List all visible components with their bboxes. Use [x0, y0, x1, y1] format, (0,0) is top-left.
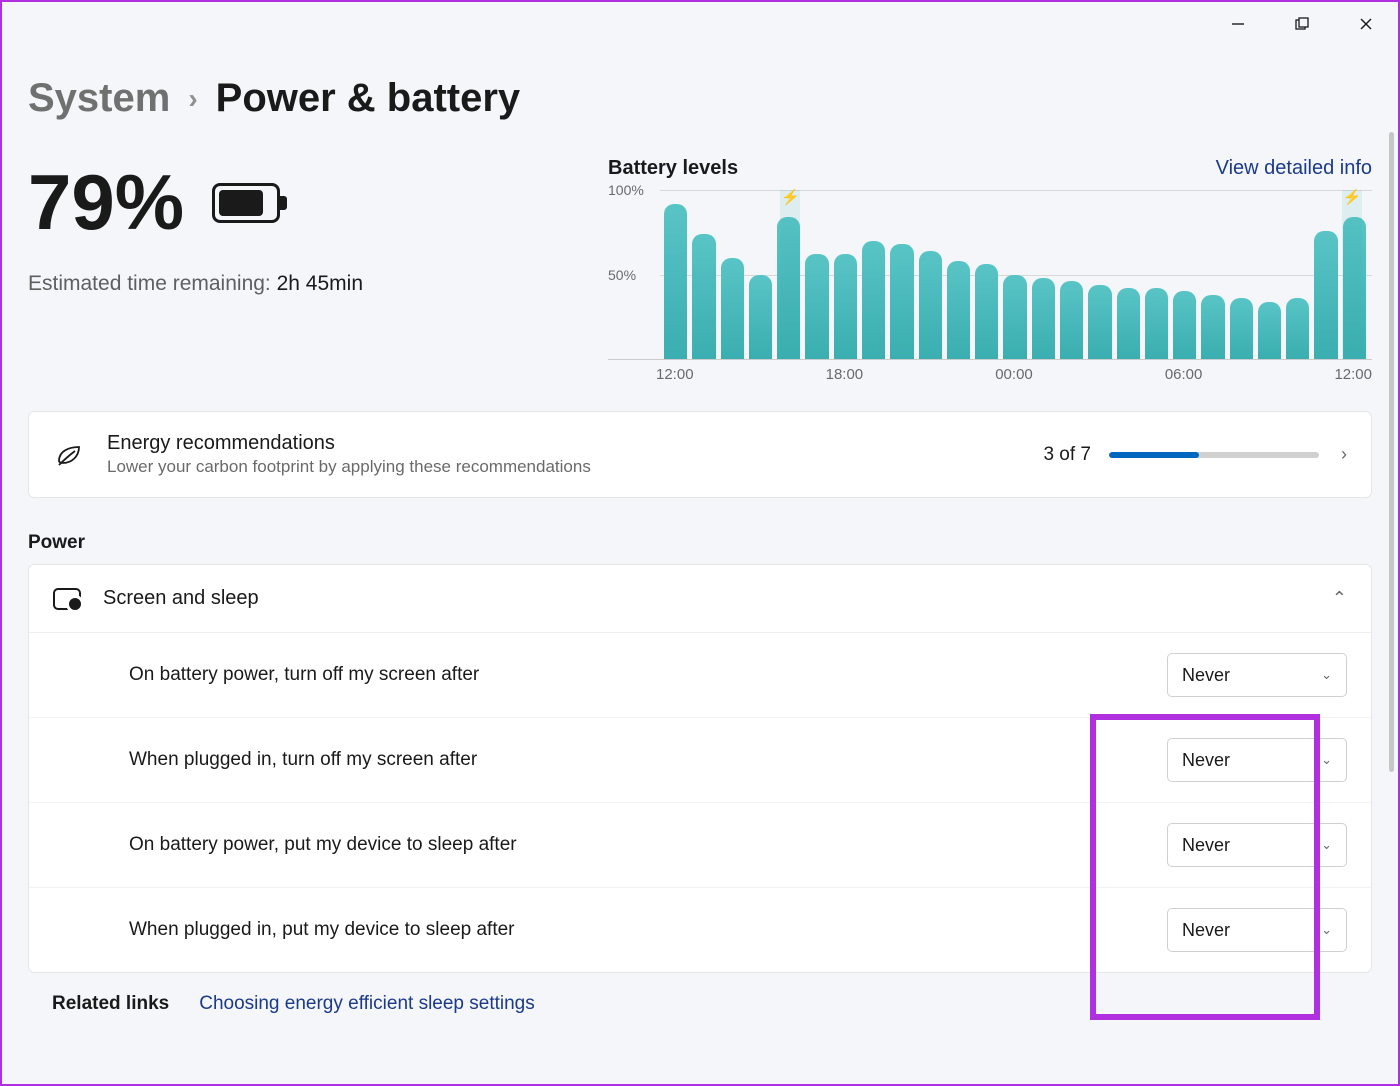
energy-title: Energy recommendations: [107, 432, 1021, 455]
setting-label: When plugged in, put my device to sleep …: [129, 919, 1167, 941]
chart-bar: [1060, 281, 1083, 359]
setting-row: On battery power, put my device to sleep…: [29, 803, 1371, 888]
screen-sleep-header[interactable]: Screen and sleep ⌃: [29, 565, 1371, 633]
chart-bar: [749, 275, 772, 360]
screen-sleep-card: Screen and sleep ⌃ On battery power, tur…: [28, 564, 1372, 973]
battery-status: 79% Estimated time remaining: 2h 45min: [28, 157, 568, 383]
charging-bolt-icon: ⚡: [781, 188, 800, 206]
leaf-icon: [53, 439, 85, 471]
chart-bar: [1088, 285, 1111, 359]
screen-sleep-title: Screen and sleep: [103, 587, 1310, 610]
screen-sleep-icon: [53, 588, 81, 610]
xaxis-tick: 12:00: [1334, 366, 1372, 383]
chart-bar: [947, 261, 970, 359]
chart-bar: [664, 204, 687, 359]
energy-subtitle: Lower your carbon footprint by applying …: [107, 457, 1021, 477]
chart-bar: [1117, 288, 1140, 359]
chart-bar: [1032, 278, 1055, 359]
yaxis-tick: 100%: [608, 182, 644, 198]
close-button[interactable]: [1334, 2, 1398, 46]
setting-row: When plugged in, put my device to sleep …: [29, 888, 1371, 972]
related-link[interactable]: Choosing energy efficient sleep settings: [199, 993, 535, 1015]
timeout-dropdown[interactable]: Never ⌄: [1167, 738, 1347, 782]
view-detailed-link[interactable]: View detailed info: [1216, 157, 1372, 180]
window-controls: [1206, 2, 1398, 46]
energy-recommendations-card[interactable]: Energy recommendations Lower your carbon…: [28, 411, 1372, 498]
setting-label: On battery power, put my device to sleep…: [129, 834, 1167, 856]
dropdown-value: Never: [1182, 835, 1230, 856]
xaxis-tick: 06:00: [1165, 366, 1203, 383]
chevron-down-icon: ⌄: [1321, 837, 1332, 853]
estimate-label: Estimated time remaining:: [28, 272, 271, 295]
chart-bar: [975, 264, 998, 359]
energy-progressbar: [1109, 452, 1319, 458]
power-section-heading: Power: [28, 532, 1372, 554]
chart-title: Battery levels: [608, 157, 738, 180]
minimize-button[interactable]: [1206, 2, 1270, 46]
dropdown-value: Never: [1182, 750, 1230, 771]
breadcrumb-parent[interactable]: System: [28, 76, 170, 121]
chart-bar: [1286, 298, 1309, 359]
chevron-down-icon: ⌄: [1321, 752, 1332, 768]
chevron-down-icon: ⌄: [1321, 922, 1332, 938]
related-label: Related links: [52, 993, 169, 1015]
chart-bar: [805, 254, 828, 359]
chevron-up-icon: ⌃: [1332, 588, 1347, 609]
energy-count: 3 of 7: [1043, 444, 1091, 466]
chart-bar: [1003, 275, 1026, 360]
setting-label: When plugged in, turn off my screen afte…: [129, 749, 1167, 771]
chart-bar: [834, 254, 857, 359]
chart-bar: [1258, 302, 1281, 359]
xaxis-tick: 00:00: [995, 366, 1033, 383]
battery-chart-block: Battery levels View detailed info 100% 5…: [608, 157, 1372, 383]
chart-bar: [890, 244, 913, 359]
breadcrumb: System › Power & battery: [28, 76, 1372, 121]
timeout-dropdown[interactable]: Never ⌄: [1167, 908, 1347, 952]
maximize-button[interactable]: [1270, 2, 1334, 46]
chart-bar: [692, 234, 715, 359]
related-links: Related links Choosing energy efficient …: [28, 973, 1372, 1035]
chevron-down-icon: ⌄: [1321, 667, 1332, 683]
chart-bar: [1201, 295, 1224, 359]
chart-bar: [1314, 231, 1337, 359]
chevron-right-icon: ›: [1341, 444, 1347, 465]
chart-bar: [721, 258, 744, 359]
charging-bolt-icon: ⚡: [1343, 188, 1362, 206]
yaxis-tick: 50%: [608, 267, 636, 283]
xaxis-tick: 12:00: [656, 366, 694, 383]
estimate-value: 2h 45min: [277, 272, 363, 295]
battery-levels-chart: 100% 50% ⚡⚡: [608, 190, 1372, 360]
chart-bar: [1145, 288, 1168, 359]
setting-row: When plugged in, turn off my screen afte…: [29, 718, 1371, 803]
dropdown-value: Never: [1182, 665, 1230, 686]
chart-bar: [919, 251, 942, 359]
setting-row: On battery power, turn off my screen aft…: [29, 633, 1371, 718]
timeout-dropdown[interactable]: Never ⌄: [1167, 653, 1347, 697]
page-title: Power & battery: [216, 76, 521, 121]
chart-bar: [862, 241, 885, 359]
battery-icon: [212, 183, 280, 223]
battery-percent: 79%: [28, 157, 184, 248]
chevron-right-icon: ›: [188, 83, 197, 115]
dropdown-value: Never: [1182, 920, 1230, 941]
timeout-dropdown[interactable]: Never ⌄: [1167, 823, 1347, 867]
xaxis-tick: 18:00: [826, 366, 864, 383]
chart-bar: [1173, 291, 1196, 359]
chart-bar: [1230, 298, 1253, 359]
setting-label: On battery power, turn off my screen aft…: [129, 664, 1167, 686]
scrollbar[interactable]: [1389, 132, 1394, 772]
